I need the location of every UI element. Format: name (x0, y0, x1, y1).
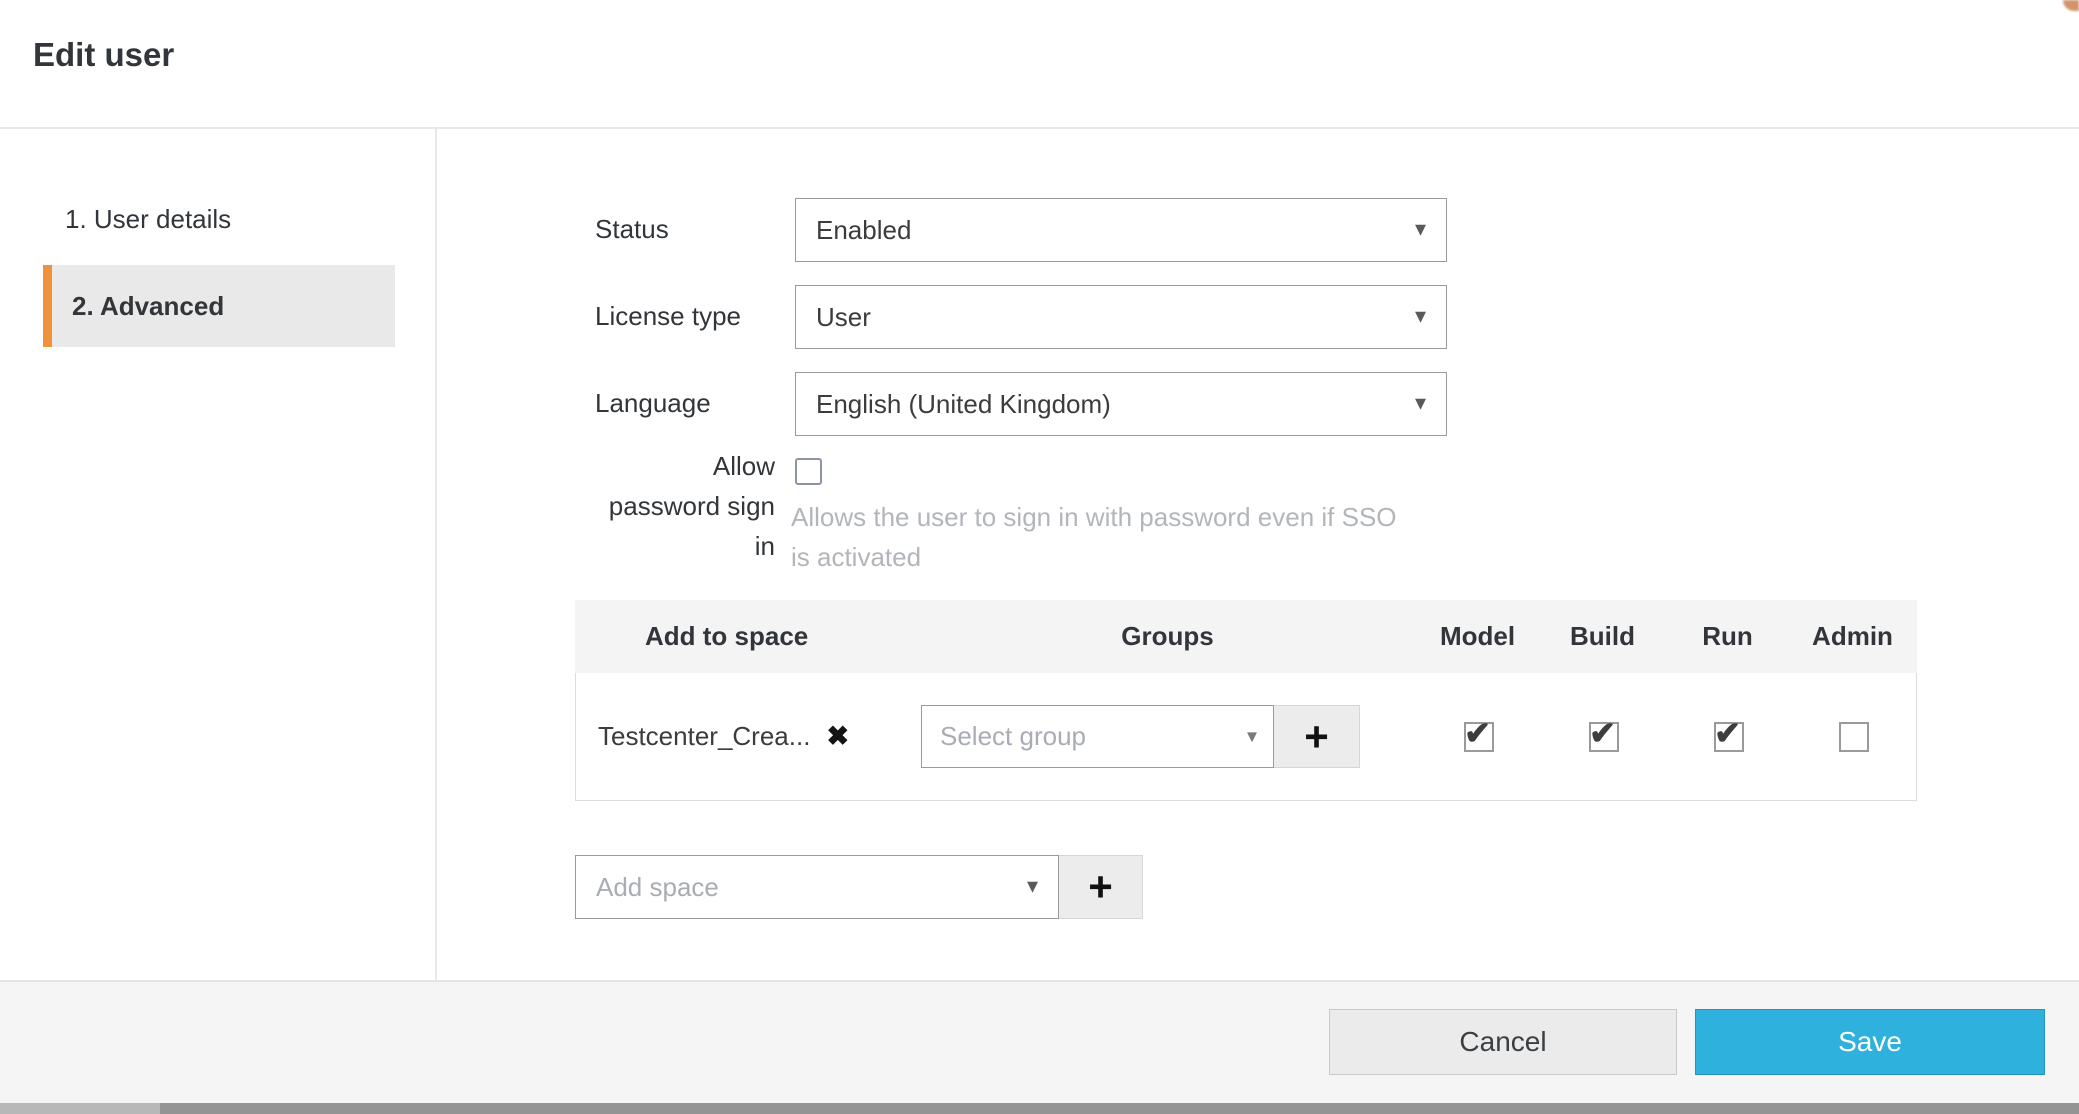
run-checkbox[interactable]: ✔ (1714, 722, 1744, 752)
language-select-value: English (United Kingdom) (816, 389, 1111, 420)
group-select-placeholder: Select group (940, 721, 1086, 752)
language-label: Language (595, 388, 711, 419)
language-select[interactable]: English (United Kingdom) ▾ (795, 372, 1447, 436)
table-row: Testcenter_Crea... ✖ Select group ▾ + ✔ … (575, 673, 1917, 801)
add-group-button[interactable]: + (1274, 705, 1360, 768)
checkmark-icon: ✔ (1464, 717, 1491, 749)
chevron-down-icon: ▾ (1027, 873, 1038, 899)
background-artifact (2063, 0, 2079, 11)
window-bottom-edge (0, 1103, 2079, 1114)
license-type-select-value: User (816, 302, 871, 333)
header-run: Run (1665, 621, 1790, 652)
save-button[interactable]: Save (1695, 1009, 2045, 1075)
license-type-select[interactable]: User ▾ (795, 285, 1447, 349)
group-select[interactable]: Select group ▾ (921, 705, 1274, 768)
chevron-down-icon: ▾ (1247, 723, 1257, 748)
sidebar-item-advanced-label: 2. Advanced (52, 291, 224, 322)
allow-password-label: Allow password sign in (595, 446, 775, 566)
status-select-value: Enabled (816, 215, 911, 246)
edit-user-dialog: Edit user 1. User details 2. Advanced St… (0, 0, 2079, 1114)
model-checkbox[interactable]: ✔ (1464, 722, 1494, 752)
sidebar-item-advanced[interactable]: 2. Advanced (43, 265, 395, 347)
header-build: Build (1540, 621, 1665, 652)
scrollbar-thumb[interactable] (0, 1103, 160, 1114)
spaces-table: Add to space Groups Model Build Run Admi… (575, 600, 1917, 801)
allow-password-checkbox[interactable] (795, 458, 822, 485)
checkmark-icon: ✔ (1714, 717, 1741, 749)
header-model: Model (1415, 621, 1540, 652)
build-checkbox[interactable]: ✔ (1589, 722, 1619, 752)
header-groups: Groups (920, 621, 1415, 652)
dialog-title: Edit user (33, 36, 174, 74)
sidebar-item-user-details[interactable]: 1. User details (65, 204, 231, 235)
space-name: Testcenter_Crea... (598, 721, 810, 752)
sidebar-divider (435, 129, 437, 980)
add-space-button[interactable]: + (1059, 855, 1143, 919)
license-type-label: License type (595, 301, 741, 332)
status-select[interactable]: Enabled ▾ (795, 198, 1447, 262)
chevron-down-icon: ▾ (1415, 303, 1426, 329)
add-space-placeholder: Add space (596, 872, 719, 903)
remove-space-icon[interactable]: ✖ (826, 723, 849, 750)
cancel-button[interactable]: Cancel (1329, 1009, 1677, 1075)
spaces-table-header: Add to space Groups Model Build Run Admi… (575, 600, 1917, 673)
header-divider (0, 127, 2079, 129)
header-admin: Admin (1790, 621, 1915, 652)
chevron-down-icon: ▾ (1415, 216, 1426, 242)
chevron-down-icon: ▾ (1415, 390, 1426, 416)
status-label: Status (595, 214, 669, 245)
checkmark-icon: ✔ (1589, 717, 1616, 749)
header-add-to-space: Add to space (575, 621, 920, 652)
admin-checkbox[interactable] (1839, 722, 1869, 752)
add-space-select[interactable]: Add space ▾ (575, 855, 1059, 919)
allow-password-help-text: Allows the user to sign in with password… (791, 497, 1401, 577)
